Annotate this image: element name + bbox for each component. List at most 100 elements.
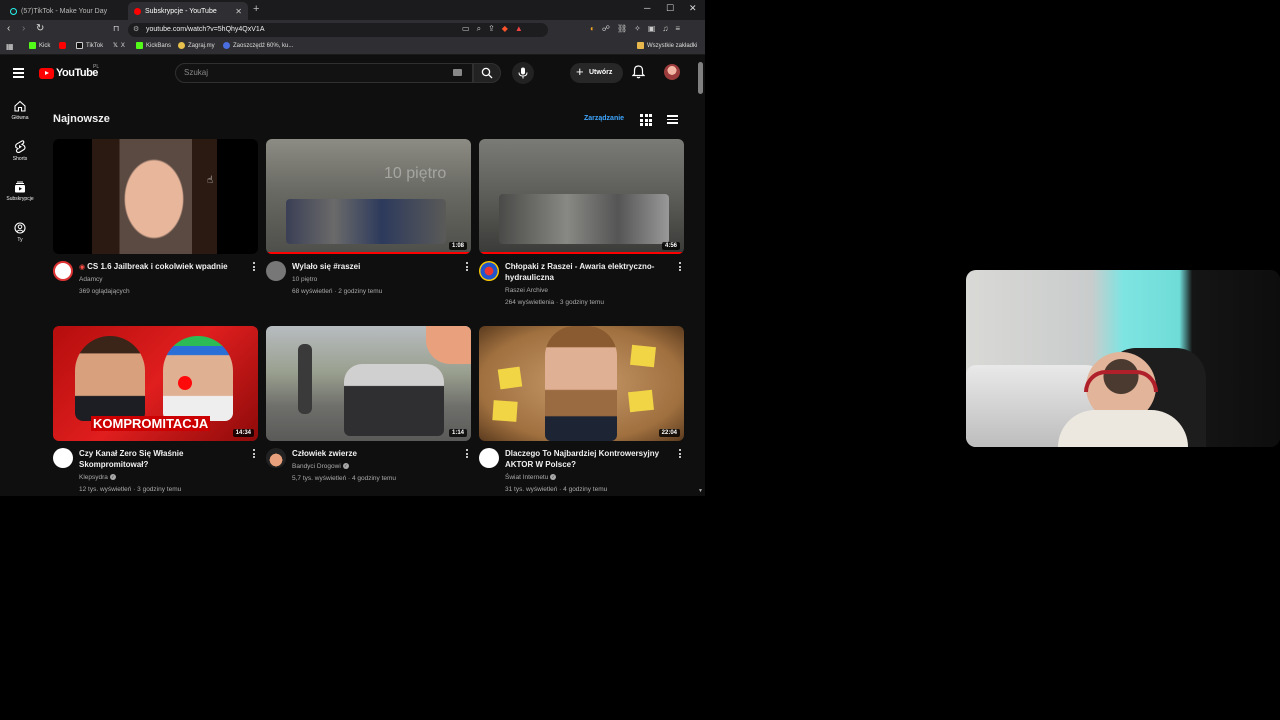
back-button[interactable]: ‹ (7, 23, 10, 34)
channel-name[interactable]: 10 piętro (292, 276, 317, 283)
voice-search-button[interactable] (512, 62, 534, 84)
create-button[interactable]: Utwórz (570, 62, 623, 83)
scroll-down-icon[interactable]: ▼ (698, 488, 703, 494)
more-options-icon[interactable] (253, 449, 256, 460)
more-options-icon[interactable] (466, 449, 469, 460)
bookmark-promo[interactable]: Zaoszczędź 60%, ku... (223, 42, 293, 49)
video-thumbnail[interactable]: ☝ (53, 139, 258, 254)
search-button[interactable] (473, 63, 501, 83)
menu-icon[interactable]: ≡ (675, 24, 680, 33)
puzzle-icon[interactable]: ✧ (634, 24, 641, 33)
channel-avatar[interactable] (53, 448, 73, 468)
folder-icon (637, 42, 644, 49)
tab-youtube[interactable]: Subskrypcje - YouTube ✕ (128, 2, 248, 20)
youtube-logo[interactable]: YouTube (39, 67, 98, 79)
webcam-overlay (966, 270, 1280, 447)
sidebar-toggle-icon[interactable]: ▣ (648, 24, 656, 33)
bookmark-zagraj[interactable]: Zagraj.my (178, 42, 215, 49)
channel-name[interactable]: Adamcy (79, 276, 102, 283)
close-tab-icon[interactable]: ✕ (235, 7, 242, 16)
zoom-icon[interactable]: ⌕ (477, 24, 481, 34)
video-title[interactable]: Czy Kanał Zero Się Właśnie Skompromitowa… (79, 448, 244, 470)
channel-avatar[interactable] (479, 261, 499, 281)
sticky-note (497, 366, 523, 390)
video-card[interactable]: KOMPROMITACJA 14:34 Czy Kanał Zero Się W… (53, 326, 258, 496)
channel-name[interactable]: Bandyci Drogowi ✓ (292, 463, 349, 470)
channel-avatar[interactable] (479, 448, 499, 468)
notifications-bell-icon[interactable] (632, 65, 645, 79)
forward-button[interactable]: › (22, 23, 25, 34)
channel-name[interactable]: Raszei Archive (505, 287, 548, 294)
manage-link[interactable]: Zarządzanie (584, 115, 624, 122)
video-card[interactable]: 22:04 Dlaczego To Najbardziej Kontrowers… (479, 326, 684, 496)
thumbnail-image (75, 336, 145, 421)
channel-avatar[interactable] (266, 261, 286, 281)
share-icon[interactable]: ⇪ (488, 24, 495, 34)
video-card[interactable]: 10 piętro 1:08 Wylało się #raszei 10 pię… (266, 139, 471, 309)
link-icon[interactable]: ⛓ (617, 24, 627, 33)
wallet-icon[interactable]: ◐ (590, 24, 595, 33)
menu-icon[interactable] (13, 68, 24, 80)
sidebar-item-home[interactable]: Główna (0, 100, 40, 121)
video-card[interactable]: 4:56 Chłopaki z Raszei - Awaria elektryc… (479, 139, 684, 309)
video-card[interactable]: 1:14 Człowiek zwierze Bandyci Drogowi ✓ 5… (266, 326, 471, 496)
close-window-button[interactable]: ✕ (689, 3, 697, 14)
media-icon[interactable]: ♫ (662, 24, 668, 33)
sidebar-item-shorts[interactable]: Shorts (0, 140, 40, 162)
bookmark-x[interactable]: 𝕏X (113, 42, 125, 50)
channel-avatar[interactable] (266, 448, 286, 468)
grid-view-icon[interactable] (640, 114, 652, 126)
video-thumbnail[interactable]: 4:56 (479, 139, 684, 254)
rewards-icon[interactable]: ▲ (515, 24, 523, 34)
more-options-icon[interactable] (679, 262, 682, 273)
browser-window: (57)TikTok - Make Your Day Subskrypcje -… (0, 0, 705, 496)
apps-icon[interactable]: ▦ (6, 42, 14, 51)
thumbnail-image (286, 199, 446, 244)
video-title[interactable]: Wylało się #raszei (292, 261, 457, 272)
extension-icon[interactable]: ☍ (602, 24, 610, 33)
bookmark-icon[interactable]: ⊓ (113, 24, 119, 33)
video-thumbnail[interactable]: 22:04 (479, 326, 684, 441)
keyboard-icon[interactable] (453, 69, 462, 76)
sidebar-item-you[interactable]: Ty (0, 222, 40, 243)
video-card[interactable]: ☝ ◉ CS 1.6 Jailbreak i cokolwiek wpadnie … (53, 139, 258, 309)
list-view-icon[interactable] (667, 115, 678, 126)
bookmark-kick[interactable]: Kick (29, 42, 50, 49)
all-bookmarks[interactable]: Wszystkie zakładki (637, 42, 697, 49)
site-info-icon[interactable]: ⚙ (133, 25, 139, 33)
thumbnail-image (163, 336, 233, 421)
bookmark-tiktok[interactable]: TikTok (76, 42, 103, 49)
account-avatar[interactable] (664, 64, 680, 80)
kickbans-icon (136, 42, 143, 49)
thumbnail-image (499, 194, 669, 244)
video-duration: 22:04 (658, 429, 680, 437)
tab-tiktok[interactable]: (57)TikTok - Make Your Day (4, 2, 126, 20)
video-title[interactable]: Dlaczego To Najbardziej Kontrowersyjny A… (505, 448, 670, 470)
channel-avatar[interactable] (53, 261, 73, 281)
more-options-icon[interactable] (466, 262, 469, 273)
channel-name[interactable]: Świat Internetu ✓ (505, 474, 557, 481)
video-title[interactable]: Chłopaki z Raszei - Awaria elektryczno-h… (505, 261, 670, 283)
channel-name[interactable]: Klepsydra ✓ (79, 474, 116, 481)
new-tab-button[interactable]: + (253, 3, 259, 15)
video-thumbnail[interactable]: 10 piętro 1:08 (266, 139, 471, 254)
video-title[interactable]: ◉ CS 1.6 Jailbreak i cokolwiek wpadnie (79, 261, 244, 273)
video-thumbnail[interactable]: 1:14 (266, 326, 471, 441)
video-thumbnail[interactable]: KOMPROMITACJA 14:34 (53, 326, 258, 441)
brave-shield-icon[interactable]: ◆ (502, 24, 508, 34)
cast-icon[interactable]: ▭ (462, 24, 470, 34)
bookmark-kickbans[interactable]: KickBans (136, 42, 171, 49)
tab-strip: (57)TikTok - Make Your Day Subskrypcje -… (0, 0, 705, 20)
page-scrollbar[interactable] (698, 62, 703, 94)
more-options-icon[interactable] (679, 449, 682, 460)
live-icon: ◉ (79, 264, 86, 271)
search-input[interactable]: Szukaj (175, 63, 473, 83)
video-title[interactable]: Człowiek zwierze (292, 448, 457, 459)
you-icon (14, 222, 26, 234)
maximize-button[interactable]: ☐ (666, 3, 674, 14)
sidebar-item-subscriptions[interactable]: Subskrypcje (0, 181, 40, 202)
reload-button[interactable]: ↻ (36, 23, 44, 34)
bookmark-youtube[interactable] (59, 42, 66, 49)
minimize-button[interactable]: ─ (644, 3, 650, 13)
more-options-icon[interactable] (253, 262, 256, 273)
